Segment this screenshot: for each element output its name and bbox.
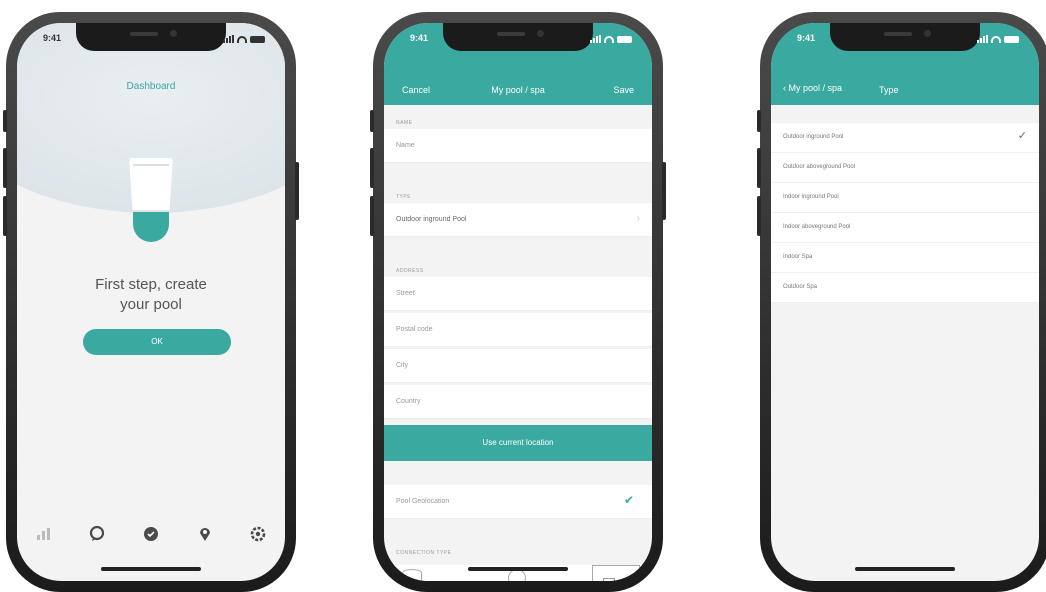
type-value: Outdoor inground Pool bbox=[396, 216, 467, 223]
tab-location[interactable] bbox=[194, 523, 216, 545]
tab-badges[interactable] bbox=[140, 523, 162, 545]
volume-up-button bbox=[757, 148, 761, 188]
type-select[interactable]: Outdoor inground Pool › bbox=[384, 203, 652, 237]
cylinder-icon[interactable] bbox=[402, 569, 422, 581]
location-pin-icon bbox=[199, 528, 210, 541]
phone-type-picker: 9:41 ‹ My pool / spa Type Outdoor ingrou… bbox=[757, 12, 1046, 592]
tab-bar bbox=[17, 509, 285, 559]
signal-icon bbox=[590, 35, 601, 43]
device-icon[interactable] bbox=[592, 565, 640, 581]
battery-icon bbox=[617, 35, 632, 43]
pool-sensor-illustration bbox=[129, 158, 173, 248]
headline-line-2: your pool bbox=[120, 296, 182, 313]
type-option[interactable]: Indoor inground Pool bbox=[771, 183, 1039, 213]
name-field[interactable]: Name bbox=[384, 129, 652, 163]
postal-code-field[interactable]: Postal code bbox=[384, 313, 652, 347]
home-indicator bbox=[468, 567, 568, 571]
back-button[interactable]: ‹ My pool / spa bbox=[783, 83, 842, 93]
chevron-right-icon: › bbox=[636, 213, 640, 224]
home-indicator bbox=[101, 567, 201, 571]
back-label: My pool / spa bbox=[788, 83, 843, 93]
wifi-icon bbox=[604, 35, 614, 43]
page-title: Type bbox=[879, 85, 899, 95]
address-section-header: ADDRESS bbox=[396, 268, 424, 274]
option-label: Outdoor inground Pool bbox=[783, 134, 844, 140]
wifi-icon bbox=[991, 35, 1001, 43]
mute-switch bbox=[757, 110, 761, 132]
save-button[interactable]: Save bbox=[613, 85, 634, 95]
status-bar: 9:41 bbox=[17, 33, 285, 49]
wifi-icon bbox=[237, 35, 247, 43]
page-title: Dashboard bbox=[126, 81, 176, 92]
status-time: 9:41 bbox=[410, 33, 429, 43]
signal-icon bbox=[977, 35, 988, 43]
connection-section-header: CONNECTION TYPE bbox=[396, 550, 452, 556]
phone-pool-form: 9:41 Cancel My pool / spa Save NAME Name… bbox=[370, 12, 666, 592]
type-option-list: Outdoor inground Pool ✓ Outdoor abovegro… bbox=[771, 123, 1039, 303]
option-label: Indoor Spa bbox=[783, 254, 813, 260]
checkmark-icon: ✓ bbox=[1017, 130, 1027, 142]
type-option[interactable]: Outdoor aboveground Pool bbox=[771, 153, 1039, 183]
headline-line-1: First step, create bbox=[95, 276, 207, 293]
volume-up-button bbox=[370, 148, 374, 188]
chevron-left-icon: ‹ bbox=[783, 83, 786, 93]
street-field[interactable]: Street bbox=[384, 277, 652, 311]
mute-switch bbox=[370, 110, 374, 132]
screen: 9:41 Dashboard First step, create your p… bbox=[17, 23, 285, 581]
option-label: Outdoor Spa bbox=[783, 284, 818, 290]
country-field[interactable]: Country bbox=[384, 385, 652, 419]
tab-dashboard[interactable] bbox=[33, 523, 55, 545]
ok-button[interactable]: OK bbox=[83, 329, 231, 355]
battery-icon bbox=[1004, 35, 1019, 43]
battery-icon bbox=[250, 35, 265, 43]
option-label: Indoor aboveground Pool bbox=[783, 224, 851, 230]
power-button bbox=[295, 162, 299, 220]
type-option[interactable]: Outdoor Spa bbox=[771, 273, 1039, 303]
type-option[interactable]: Indoor aboveground Pool bbox=[771, 213, 1039, 243]
status-time: 9:41 bbox=[797, 33, 816, 43]
status-bar: 9:41 bbox=[771, 33, 1039, 49]
use-current-location-button[interactable]: Use current location bbox=[384, 425, 652, 461]
gear-icon bbox=[250, 526, 266, 542]
volume-up-button bbox=[3, 148, 7, 188]
screen: 9:41 Cancel My pool / spa Save NAME Name… bbox=[384, 23, 652, 581]
volume-down-button bbox=[370, 196, 374, 236]
city-field[interactable]: City bbox=[384, 349, 652, 383]
onboarding-headline: First step, create your pool bbox=[17, 275, 285, 315]
geolocation-label: Pool Geolocation bbox=[396, 498, 450, 505]
status-bar: 9:41 bbox=[384, 33, 652, 49]
page-title: My pool / spa bbox=[491, 85, 545, 95]
tab-settings[interactable] bbox=[247, 523, 269, 545]
type-section-header: TYPE bbox=[396, 194, 412, 200]
status-time: 9:41 bbox=[43, 33, 62, 43]
type-option[interactable]: Indoor Spa bbox=[771, 243, 1039, 273]
chart-icon bbox=[36, 528, 50, 540]
volume-down-button bbox=[3, 196, 7, 236]
phone-dashboard: 9:41 Dashboard First step, create your p… bbox=[3, 12, 299, 592]
volume-down-button bbox=[757, 196, 761, 236]
option-label: Outdoor aboveground Pool bbox=[783, 164, 856, 170]
power-button bbox=[662, 162, 666, 220]
geolocation-row[interactable]: Pool Geolocation ✔ bbox=[384, 485, 652, 519]
screen: 9:41 ‹ My pool / spa Type Outdoor ingrou… bbox=[771, 23, 1039, 581]
name-section-header: NAME bbox=[396, 120, 413, 126]
tab-messages[interactable] bbox=[86, 523, 108, 545]
checkmark-icon: ✔ bbox=[623, 493, 634, 507]
signal-icon bbox=[223, 35, 234, 43]
option-label: Indoor inground Pool bbox=[783, 194, 839, 200]
home-indicator bbox=[855, 567, 955, 571]
chat-icon bbox=[90, 526, 105, 541]
mute-switch bbox=[3, 110, 7, 132]
type-option[interactable]: Outdoor inground Pool ✓ bbox=[771, 123, 1039, 153]
badge-icon bbox=[143, 527, 158, 541]
